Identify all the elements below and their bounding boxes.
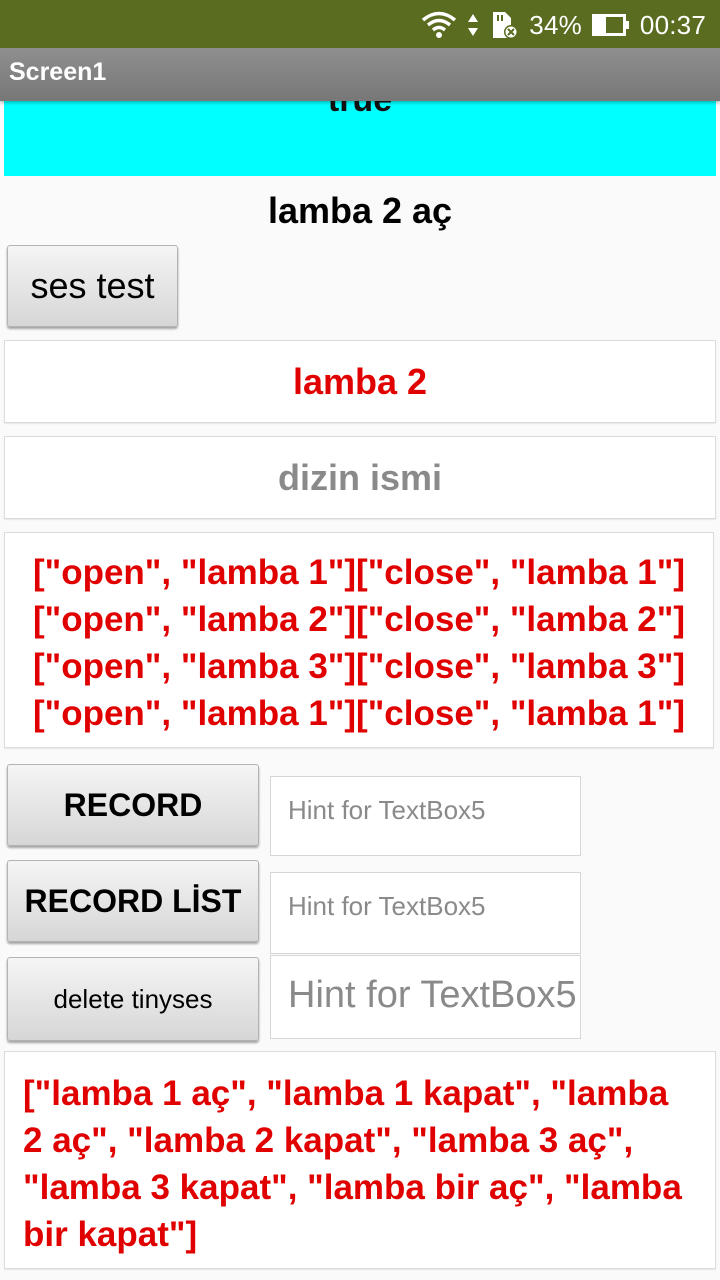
list-line: ["open", "lamba 3"]["close", "lamba 3"] — [32, 647, 686, 686]
clock: 00:37 — [639, 9, 706, 40]
app-title: Screen1 — [9, 58, 107, 86]
data-arrows-icon — [467, 12, 479, 38]
textbox-5b[interactable]: Hint for TextBox5 — [270, 872, 581, 954]
status-label-box: true — [4, 81, 716, 176]
list-line: ["open", "lamba 1"]["close", "lamba 1"] — [32, 553, 686, 592]
lamba-label: lamba 2 — [4, 340, 716, 423]
status-icons: 34% 00:37 — [421, 8, 706, 42]
textbox-5c[interactable]: Hint for TextBox5 — [270, 955, 581, 1039]
wifi-icon — [421, 11, 457, 39]
command-heading: lamba 2 aç — [267, 190, 453, 231]
textbox-5c-placeholder: Hint for TextBox5 — [288, 974, 577, 1016]
textbox-5b-placeholder: Hint for TextBox5 — [288, 891, 486, 921]
dizin-placeholder: dizin ismi — [277, 456, 443, 498]
status-bar: 34% 00:37 — [0, 0, 720, 48]
textbox-5a-placeholder: Hint for TextBox5 — [288, 795, 486, 825]
sentence-list-box: ["lamba 1 aç", "lamba 1 kapat", "lamba 2… — [4, 1051, 716, 1269]
sentence-list-text: ["lamba 1 aç", "lamba 1 kapat", "lamba 2… — [23, 1074, 682, 1254]
app-bar: Screen1 — [0, 48, 720, 101]
ses-test-button[interactable]: ses test — [7, 245, 178, 327]
list-line: ["open", "lamba 1"]["close", "lamba 1"] — [32, 694, 686, 733]
battery-icon — [591, 13, 630, 37]
record-list-button[interactable]: RECORD LİST — [7, 860, 259, 942]
textbox-5a[interactable]: Hint for TextBox5 — [270, 776, 581, 856]
command-list-box: ["open", "lamba 1"]["close", "lamba 1"] … — [4, 532, 714, 748]
battery-percent: 34% — [529, 9, 582, 40]
delete-tinyses-button[interactable]: delete tinyses — [7, 957, 259, 1041]
record-button[interactable]: RECORD — [7, 764, 259, 846]
sd-card-icon — [489, 10, 519, 40]
dizin-input[interactable]: dizin ismi — [4, 436, 716, 519]
list-line: ["open", "lamba 2"]["close", "lamba 2"] — [32, 600, 686, 639]
